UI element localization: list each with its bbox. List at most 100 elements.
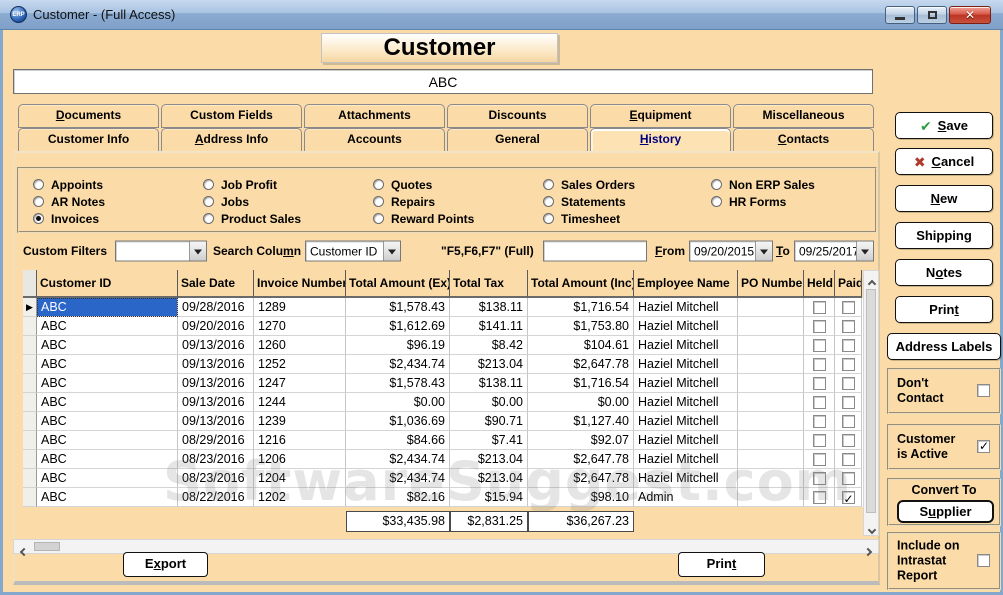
- held-checkbox[interactable]: [813, 320, 826, 333]
- grid-row[interactable]: ABC09/13/20161239$1,036.69$90.71$1,127.4…: [23, 412, 879, 431]
- cell-paid[interactable]: [835, 393, 862, 412]
- cell-total-amount-ex[interactable]: $82.16: [346, 488, 450, 507]
- cell-employee-name[interactable]: Haziel Mitchell: [634, 412, 738, 431]
- tab-miscellaneous[interactable]: Miscellaneous: [733, 104, 874, 128]
- cell-held[interactable]: [804, 412, 835, 431]
- cell-customer-id[interactable]: ABC: [37, 412, 178, 431]
- cell-sale-date[interactable]: 09/13/2016: [178, 355, 254, 374]
- chevron-down-icon[interactable]: [856, 242, 873, 261]
- cell-held[interactable]: [804, 298, 835, 317]
- paid-checkbox[interactable]: [842, 453, 855, 466]
- cell-sale-date[interactable]: 09/13/2016: [178, 336, 254, 355]
- cell-total-tax[interactable]: $138.11: [450, 374, 528, 393]
- radio-job-profit[interactable]: Job Profit: [203, 176, 301, 193]
- scroll-left-icon[interactable]: [18, 542, 30, 552]
- cell-customer-id[interactable]: ABC: [37, 355, 178, 374]
- cell-total-amount-inc[interactable]: $1,716.54: [528, 298, 634, 317]
- cell-po-number[interactable]: [738, 431, 804, 450]
- export-button[interactable]: Export: [123, 552, 208, 577]
- cell-paid[interactable]: [835, 298, 862, 317]
- cell-employee-name[interactable]: Haziel Mitchell: [634, 298, 738, 317]
- row-selector[interactable]: [23, 336, 37, 355]
- cell-invoice-number[interactable]: 1204: [254, 469, 346, 488]
- cell-customer-id[interactable]: ABC: [37, 469, 178, 488]
- paid-checkbox[interactable]: [842, 320, 855, 333]
- grid-row[interactable]: ABC09/20/20161270$1,612.69$141.11$1,753.…: [23, 317, 879, 336]
- radio-reward-points[interactable]: Reward Points: [373, 210, 474, 227]
- row-selector[interactable]: [23, 355, 37, 374]
- cell-po-number[interactable]: [738, 355, 804, 374]
- cell-total-tax[interactable]: $15.94: [450, 488, 528, 507]
- minimize-button[interactable]: [885, 6, 915, 24]
- col-header-employee-name[interactable]: Employee Name: [634, 270, 738, 298]
- cell-employee-name[interactable]: Haziel Mitchell: [634, 431, 738, 450]
- cell-customer-id[interactable]: ABC: [37, 336, 178, 355]
- row-selector[interactable]: [23, 431, 37, 450]
- cell-held[interactable]: [804, 355, 835, 374]
- grid-row[interactable]: ▶ABC09/28/20161289$1,578.43$138.11$1,716…: [23, 298, 879, 317]
- cell-held[interactable]: [804, 431, 835, 450]
- held-checkbox[interactable]: [813, 415, 826, 428]
- search-column-select[interactable]: Customer ID: [305, 241, 401, 262]
- grid-row[interactable]: ABC08/22/20161202$82.16$15.94$98.10Admin: [23, 488, 879, 507]
- scroll-up-icon[interactable]: [867, 274, 877, 288]
- customer-is-active-checkbox[interactable]: [977, 440, 990, 453]
- cell-sale-date[interactable]: 08/29/2016: [178, 431, 254, 450]
- paid-checkbox[interactable]: [842, 358, 855, 371]
- cell-employee-name[interactable]: Haziel Mitchell: [634, 336, 738, 355]
- cell-total-tax[interactable]: $90.71: [450, 412, 528, 431]
- col-header-invoice-number[interactable]: Invoice Number: [254, 270, 346, 298]
- cell-held[interactable]: [804, 393, 835, 412]
- held-checkbox[interactable]: [813, 358, 826, 371]
- paid-checkbox[interactable]: [842, 415, 855, 428]
- cell-invoice-number[interactable]: 1289: [254, 298, 346, 317]
- cell-invoice-number[interactable]: 1260: [254, 336, 346, 355]
- cell-total-amount-inc[interactable]: $1,716.54: [528, 374, 634, 393]
- grid-row[interactable]: ABC08/29/20161216$84.66$7.41$92.07Haziel…: [23, 431, 879, 450]
- row-selector[interactable]: [23, 393, 37, 412]
- cell-total-amount-ex[interactable]: $1,612.69: [346, 317, 450, 336]
- cell-total-amount-inc[interactable]: $98.10: [528, 488, 634, 507]
- cell-invoice-number[interactable]: 1239: [254, 412, 346, 431]
- cell-employee-name[interactable]: Haziel Mitchell: [634, 355, 738, 374]
- paid-checkbox[interactable]: [842, 472, 855, 485]
- customer-name-input[interactable]: [13, 69, 873, 94]
- cell-invoice-number[interactable]: 1252: [254, 355, 346, 374]
- radio-non-erp-sales[interactable]: Non ERP Sales: [711, 176, 815, 193]
- paid-checkbox[interactable]: [842, 491, 855, 504]
- row-selector[interactable]: [23, 374, 37, 393]
- radio-hr-forms[interactable]: HR Forms: [711, 193, 815, 210]
- cell-paid[interactable]: [835, 488, 862, 507]
- cell-held[interactable]: [804, 336, 835, 355]
- cell-total-amount-ex[interactable]: $2,434.74: [346, 355, 450, 374]
- grid-row[interactable]: ABC09/13/20161252$2,434.74$213.04$2,647.…: [23, 355, 879, 374]
- chevron-down-icon[interactable]: [189, 242, 206, 261]
- tab-contacts[interactable]: Contacts: [733, 128, 874, 152]
- tab-equipment[interactable]: Equipment: [590, 104, 731, 128]
- cell-total-tax[interactable]: $213.04: [450, 450, 528, 469]
- cell-total-amount-ex[interactable]: $2,434.74: [346, 469, 450, 488]
- radio-repairs[interactable]: Repairs: [373, 193, 474, 210]
- cell-total-amount-inc[interactable]: $2,647.78: [528, 469, 634, 488]
- cell-held[interactable]: [804, 488, 835, 507]
- cell-sale-date[interactable]: 08/22/2016: [178, 488, 254, 507]
- paid-checkbox[interactable]: [842, 301, 855, 314]
- col-header-total-tax[interactable]: Total Tax: [450, 270, 528, 298]
- cell-invoice-number[interactable]: 1202: [254, 488, 346, 507]
- cell-held[interactable]: [804, 469, 835, 488]
- tab-discounts[interactable]: Discounts: [447, 104, 588, 128]
- cell-total-amount-ex[interactable]: $1,578.43: [346, 298, 450, 317]
- cell-total-amount-ex[interactable]: $0.00: [346, 393, 450, 412]
- cell-invoice-number[interactable]: 1206: [254, 450, 346, 469]
- cell-held[interactable]: [804, 374, 835, 393]
- cell-total-amount-inc[interactable]: $2,647.78: [528, 355, 634, 374]
- cell-po-number[interactable]: [738, 298, 804, 317]
- held-checkbox[interactable]: [813, 396, 826, 409]
- radio-ar-notes[interactable]: AR Notes: [33, 193, 105, 210]
- cell-customer-id[interactable]: ABC: [37, 317, 178, 336]
- grid-row[interactable]: ABC08/23/20161206$2,434.74$213.04$2,647.…: [23, 450, 879, 469]
- col-header-sale-date[interactable]: Sale Date: [178, 270, 254, 298]
- cell-employee-name[interactable]: Haziel Mitchell: [634, 469, 738, 488]
- cell-total-amount-ex[interactable]: $84.66: [346, 431, 450, 450]
- cell-sale-date[interactable]: 08/23/2016: [178, 450, 254, 469]
